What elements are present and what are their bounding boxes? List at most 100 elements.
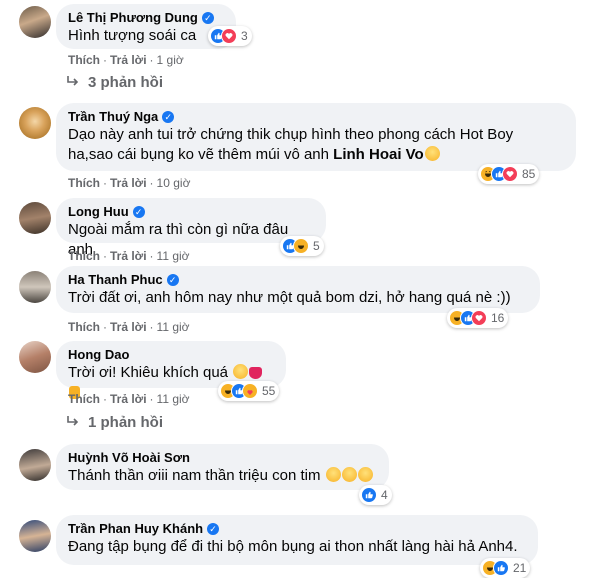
- replies-count[interactable]: 1 phản hồi: [88, 414, 163, 431]
- reaction-summary[interactable]: 85: [478, 164, 540, 184]
- timestamp[interactable]: 11 giờ: [157, 392, 190, 406]
- timestamp[interactable]: 11 giờ: [157, 320, 190, 334]
- separator-dot: ·: [149, 53, 154, 67]
- care-reaction-icon: [242, 383, 258, 399]
- reaction-count: 16: [491, 311, 505, 325]
- comment-actions: Thích · Trả lời · 11 giờ: [68, 392, 190, 406]
- timestamp[interactable]: 1 giờ: [157, 53, 184, 67]
- comment-bubble: Trần Phan Huy Khánh ✓ Đang tập bụng để đi…: [56, 515, 538, 565]
- heart-eyes-emoji-icon: [233, 364, 249, 379]
- love-reaction-icon: [502, 166, 518, 182]
- separator-dot: ·: [103, 392, 107, 406]
- like-link[interactable]: Thích: [68, 320, 100, 334]
- reply-arrow-icon: [66, 414, 80, 431]
- verified-badge-icon: ✓: [132, 206, 145, 218]
- like-reaction-icon: [361, 487, 377, 503]
- comment-text: Trời đất ơi, anh hôm nay như một quả bom…: [68, 289, 511, 306]
- view-replies-link[interactable]: 1 phản hồi: [66, 414, 163, 431]
- commenter-name[interactable]: Trần Thuý Nga ✓: [68, 109, 564, 125]
- reaction-summary[interactable]: 55: [218, 381, 280, 401]
- reaction-summary[interactable]: 4: [359, 485, 392, 505]
- commenter-name-text[interactable]: Trần Phan Huy Khánh: [68, 521, 203, 537]
- separator-dot: ·: [149, 320, 154, 334]
- avatar[interactable]: [19, 271, 51, 303]
- reaction-summary[interactable]: 21: [480, 558, 531, 578]
- comment-text: Thánh thần ơiii nam thần triệu con tim: [68, 466, 377, 486]
- mention-link[interactable]: Linh Hoai Vo: [333, 146, 424, 163]
- like-link[interactable]: Thích: [68, 249, 100, 263]
- reaction-summary[interactable]: 5: [280, 236, 324, 256]
- avatar[interactable]: [19, 202, 51, 234]
- commenter-name-text[interactable]: Huỳnh Võ Hoài Sơn: [68, 450, 190, 466]
- love-reaction-icon: [471, 310, 487, 326]
- separator-dot: ·: [103, 249, 107, 263]
- commenter-name[interactable]: Huỳnh Võ Hoài Sơn: [68, 450, 377, 466]
- verified-badge-icon: ✓: [166, 274, 179, 286]
- reply-arrow-icon: [66, 74, 80, 91]
- reply-link[interactable]: Trả lời: [110, 392, 147, 406]
- comment-text-line: ha,sao cái bụng ko vẽ thêm múi vô anh: [68, 146, 334, 163]
- commenter-name[interactable]: Long Huu ✓: [68, 204, 314, 220]
- comment-text-line: Thánh thần ơiii nam thần triệu con tim: [68, 467, 321, 484]
- reaction-count: 55: [262, 384, 276, 398]
- like-link[interactable]: Thích: [68, 392, 100, 406]
- like-reaction-icon: [493, 560, 509, 576]
- comment-text-line: Trời ơi! Khiêu khích quá: [68, 364, 229, 381]
- avatar[interactable]: [19, 520, 51, 552]
- heart-eyes-emoji-icon: [357, 467, 373, 482]
- comment-bubble: Lê Thị Phương Dung ✓ Hình tượng soái ca: [56, 4, 236, 49]
- reaction-summary[interactable]: 3: [208, 26, 252, 46]
- commenter-name[interactable]: Hong Dao: [68, 347, 274, 363]
- heart-eyes-emoji-icon: [341, 467, 357, 482]
- timestamp[interactable]: 11 giờ: [157, 249, 190, 263]
- timestamp[interactable]: 10 giờ: [157, 176, 191, 190]
- reaction-count: 5: [313, 239, 320, 253]
- reply-link[interactable]: Trả lời: [110, 53, 147, 67]
- comment-text: Đang tập bụng để đi thi bộ môn bụng ai t…: [68, 538, 518, 555]
- haha-reaction-icon: [293, 238, 309, 254]
- avatar[interactable]: [19, 107, 51, 139]
- heart-eyes-emoji-icon: [325, 467, 341, 482]
- commenter-name[interactable]: Lê Thị Phương Dung ✓: [68, 10, 224, 26]
- comment-bubble: Ha Thanh Phuc ✓ Trời đất ơi, anh hôm nay …: [56, 266, 540, 313]
- reaction-count: 3: [241, 29, 248, 43]
- comment-text: Hình tượng soái ca: [68, 27, 197, 44]
- verified-badge-icon: ✓: [201, 12, 214, 24]
- commenter-name-text[interactable]: Trần Thuý Nga: [68, 109, 158, 125]
- reaction-count: 21: [513, 561, 527, 575]
- reaction-count: 85: [522, 167, 536, 181]
- commenter-name-text[interactable]: Long Huu: [68, 204, 129, 220]
- separator-dot: ·: [149, 249, 154, 263]
- like-link[interactable]: Thích: [68, 53, 100, 67]
- separator-dot: ·: [103, 176, 107, 190]
- commenter-name-text[interactable]: Lê Thị Phương Dung: [68, 10, 198, 26]
- comment-text-line: Dạo này anh tui trở chứng thik chụp hình…: [68, 126, 514, 143]
- separator-dot: ·: [103, 53, 107, 67]
- love-reaction-icon: [221, 28, 237, 44]
- commenter-name-text[interactable]: Ha Thanh Phuc: [68, 272, 163, 288]
- comment-actions: Thích · Trả lời · 11 giờ: [68, 320, 190, 334]
- reaction-summary[interactable]: 16: [447, 308, 509, 328]
- replies-count[interactable]: 3 phản hồi: [88, 74, 163, 91]
- reply-link[interactable]: Trả lời: [110, 249, 147, 263]
- reaction-count: 4: [381, 488, 388, 502]
- comment-text: Dạo này anh tui trở chứng thik chụp hình…: [68, 125, 564, 165]
- reply-link[interactable]: Trả lời: [110, 320, 147, 334]
- avatar[interactable]: [19, 6, 51, 38]
- like-link[interactable]: Thích: [68, 176, 100, 190]
- separator-dot: ·: [149, 176, 154, 190]
- avatar[interactable]: [19, 341, 51, 373]
- commenter-name[interactable]: Ha Thanh Phuc ✓: [68, 272, 528, 288]
- avatar[interactable]: [19, 449, 51, 481]
- comment-actions: Thích · Trả lời · 10 giờ: [68, 176, 190, 190]
- verified-badge-icon: ✓: [162, 111, 175, 123]
- commenter-name[interactable]: Trần Phan Huy Khánh ✓: [68, 521, 526, 537]
- comment-bubble: Trần Thuý Nga ✓ Dạo này anh tui trở chứng…: [56, 103, 576, 171]
- laughing-emoji-icon: [424, 146, 440, 161]
- comment-bubble: Huỳnh Võ Hoài Sơn Thánh thần ơiii nam th…: [56, 444, 389, 490]
- reply-link[interactable]: Trả lời: [110, 176, 147, 190]
- commenter-name-text[interactable]: Hong Dao: [68, 347, 129, 363]
- separator-dot: ·: [103, 320, 107, 334]
- comment-actions: Thích · Trả lời · 11 giờ: [68, 249, 190, 263]
- view-replies-link[interactable]: 3 phản hồi: [66, 74, 163, 91]
